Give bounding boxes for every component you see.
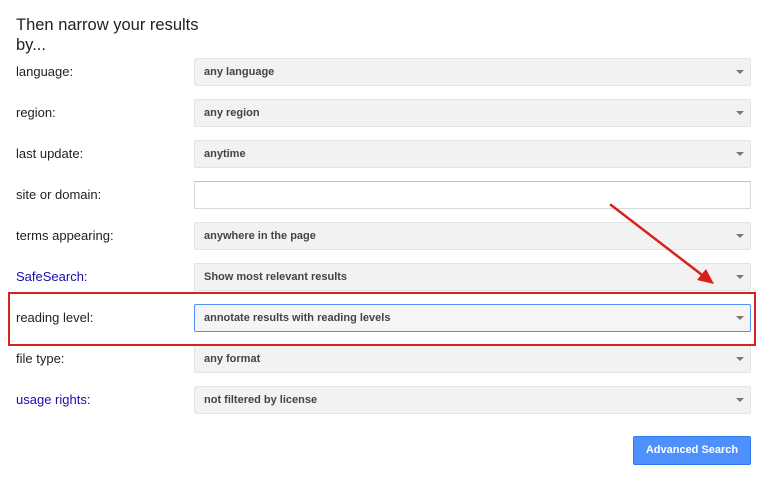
region-row: region: any region [0,99,760,127]
chevron-down-icon [736,152,744,156]
section-heading: Then narrow your results by... [16,16,199,54]
chevron-down-icon [736,398,744,402]
chevron-down-icon [736,316,744,320]
terms-appearing-row: terms appearing: anywhere in the page [0,222,760,250]
advanced-search-page: Then narrow your results by... language:… [0,0,760,480]
usage-rights-select[interactable]: not filtered by license [194,386,751,414]
language-row: language: any language [0,58,760,86]
reading-level-select[interactable]: annotate results with reading levels [194,304,751,332]
terms-appearing-select[interactable]: anywhere in the page [194,222,751,250]
terms-appearing-select-value: anywhere in the page [204,230,316,242]
safesearch-select[interactable]: Show most relevant results [194,263,751,291]
reading-level-label: reading level: [16,310,94,325]
site-domain-input[interactable] [194,181,751,209]
last-update-select-value: anytime [204,148,246,160]
file-type-select-value: any format [204,353,261,365]
last-update-select[interactable]: anytime [194,140,751,168]
reading-level-row: reading level: annotate results with rea… [0,304,760,332]
safesearch-row: SafeSearch: Show most relevant results [0,263,760,291]
chevron-down-icon [736,275,744,279]
language-select[interactable]: any language [194,58,751,86]
site-domain-row: site or domain: [0,181,760,209]
region-select[interactable]: any region [194,99,751,127]
safesearch-link[interactable]: SafeSearch: [16,269,88,284]
language-label: language: [16,64,74,79]
usage-rights-select-value: not filtered by license [204,394,318,406]
language-select-value: any language [204,66,275,78]
terms-appearing-label: terms appearing: [16,228,114,243]
chevron-down-icon [736,234,744,238]
region-select-value: any region [204,107,260,119]
file-type-label: file type: [16,351,65,366]
last-update-label: last update: [16,146,84,161]
chevron-down-icon [736,357,744,361]
reading-level-select-value: annotate results with reading levels [204,312,391,324]
file-type-row: file type: any format [0,345,760,373]
last-update-row: last update: anytime [0,140,760,168]
chevron-down-icon [736,111,744,115]
safesearch-select-value: Show most relevant results [204,271,348,283]
usage-rights-row: usage rights: not filtered by license [0,386,760,414]
chevron-down-icon [736,70,744,74]
site-domain-label: site or domain: [16,187,102,202]
usage-rights-link[interactable]: usage rights: [16,392,90,407]
advanced-search-button[interactable]: Advanced Search [633,436,751,465]
file-type-select[interactable]: any format [194,345,751,373]
region-label: region: [16,105,56,120]
